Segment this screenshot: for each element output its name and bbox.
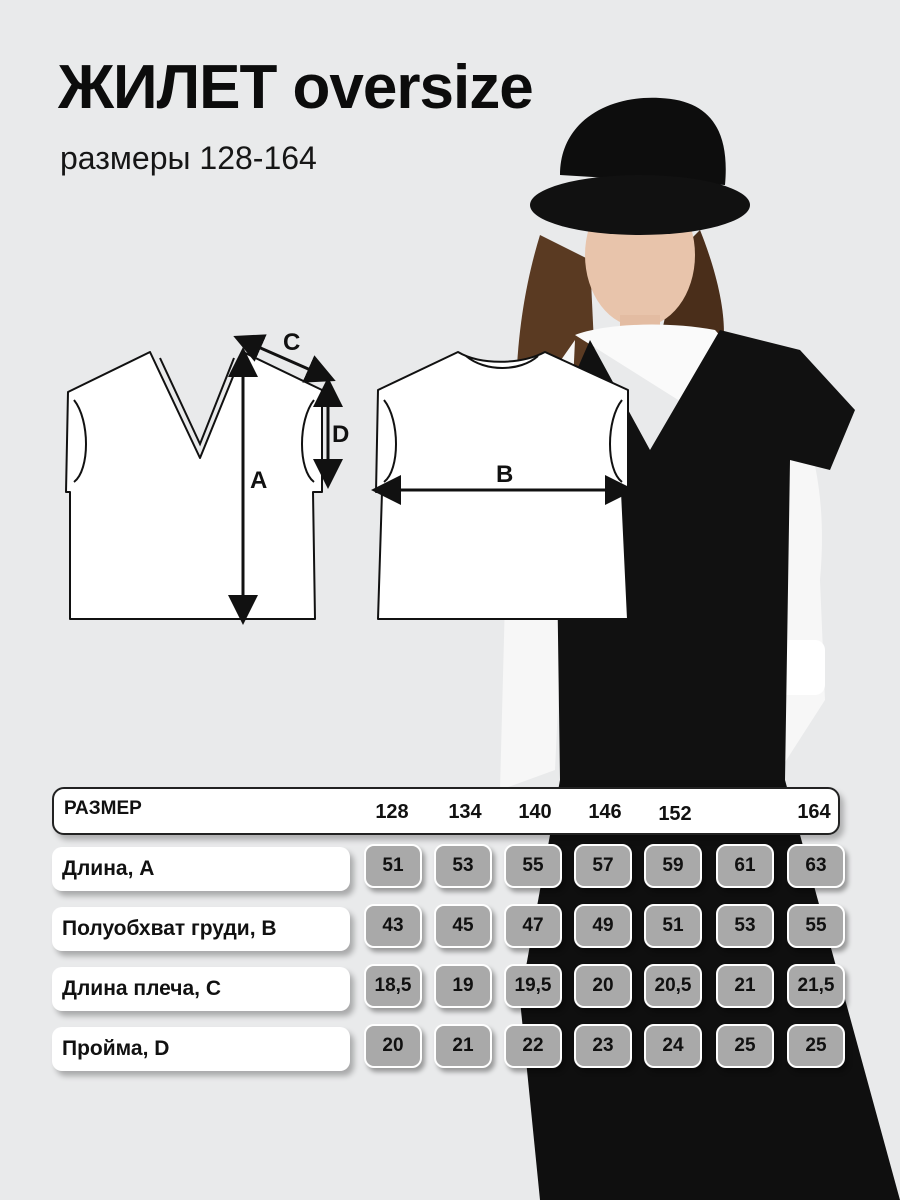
table-cell: 47 bbox=[504, 904, 562, 948]
row-label-shoulder: Длина плеча, С bbox=[52, 967, 350, 1011]
table-cell: 55 bbox=[787, 904, 845, 948]
label-c: C bbox=[283, 329, 300, 356]
row-label-chest: Полуобхват груди, В bbox=[52, 907, 350, 951]
table-cell: 24 bbox=[644, 1024, 702, 1068]
vest-diagram: A B C D bbox=[65, 329, 635, 625]
size-header-140: 140 bbox=[518, 801, 552, 823]
size-header-152: 152 bbox=[658, 803, 692, 825]
table-cell: 21 bbox=[716, 964, 774, 1008]
row-label-armhole: Пройма, D bbox=[52, 1027, 350, 1071]
table-cell: 20,5 bbox=[644, 964, 702, 1008]
vest-front-drawing bbox=[65, 351, 323, 620]
label-a: A bbox=[250, 467, 267, 494]
size-header-128: 128 bbox=[375, 801, 409, 823]
table-cell: 20 bbox=[364, 1024, 422, 1068]
table-cell: 21 bbox=[434, 1024, 492, 1068]
size-header-164: 164 bbox=[797, 801, 831, 823]
label-d: D bbox=[332, 421, 349, 448]
table-cell: 25 bbox=[716, 1024, 774, 1068]
table-cell: 25 bbox=[787, 1024, 845, 1068]
table-cell: 53 bbox=[434, 844, 492, 888]
table-cell: 51 bbox=[364, 844, 422, 888]
size-header-row: РАЗМЕР 128 134 140 146 152 164 bbox=[52, 787, 840, 835]
size-header-146: 146 bbox=[588, 801, 622, 823]
table-cell: 45 bbox=[434, 904, 492, 948]
row-label-length: Длина, А bbox=[52, 847, 350, 891]
table-cell: 53 bbox=[716, 904, 774, 948]
table-cell: 19,5 bbox=[504, 964, 562, 1008]
table-cell: 61 bbox=[716, 844, 774, 888]
table-cell: 21,5 bbox=[787, 964, 845, 1008]
table-cell: 59 bbox=[644, 844, 702, 888]
table-cell: 23 bbox=[574, 1024, 632, 1068]
label-b: B bbox=[496, 461, 513, 488]
table-cell: 20 bbox=[574, 964, 632, 1008]
table-cell: 19 bbox=[434, 964, 492, 1008]
table-cell: 51 bbox=[644, 904, 702, 948]
table-cell: 43 bbox=[364, 904, 422, 948]
table-cell: 57 bbox=[574, 844, 632, 888]
table-cell: 49 bbox=[574, 904, 632, 948]
table-cell: 63 bbox=[787, 844, 845, 888]
table-cell: 18,5 bbox=[364, 964, 422, 1008]
table-cell: 55 bbox=[504, 844, 562, 888]
size-header-134: 134 bbox=[448, 801, 482, 823]
table-cell: 22 bbox=[504, 1024, 562, 1068]
size-header-label: РАЗМЕР bbox=[64, 798, 142, 819]
